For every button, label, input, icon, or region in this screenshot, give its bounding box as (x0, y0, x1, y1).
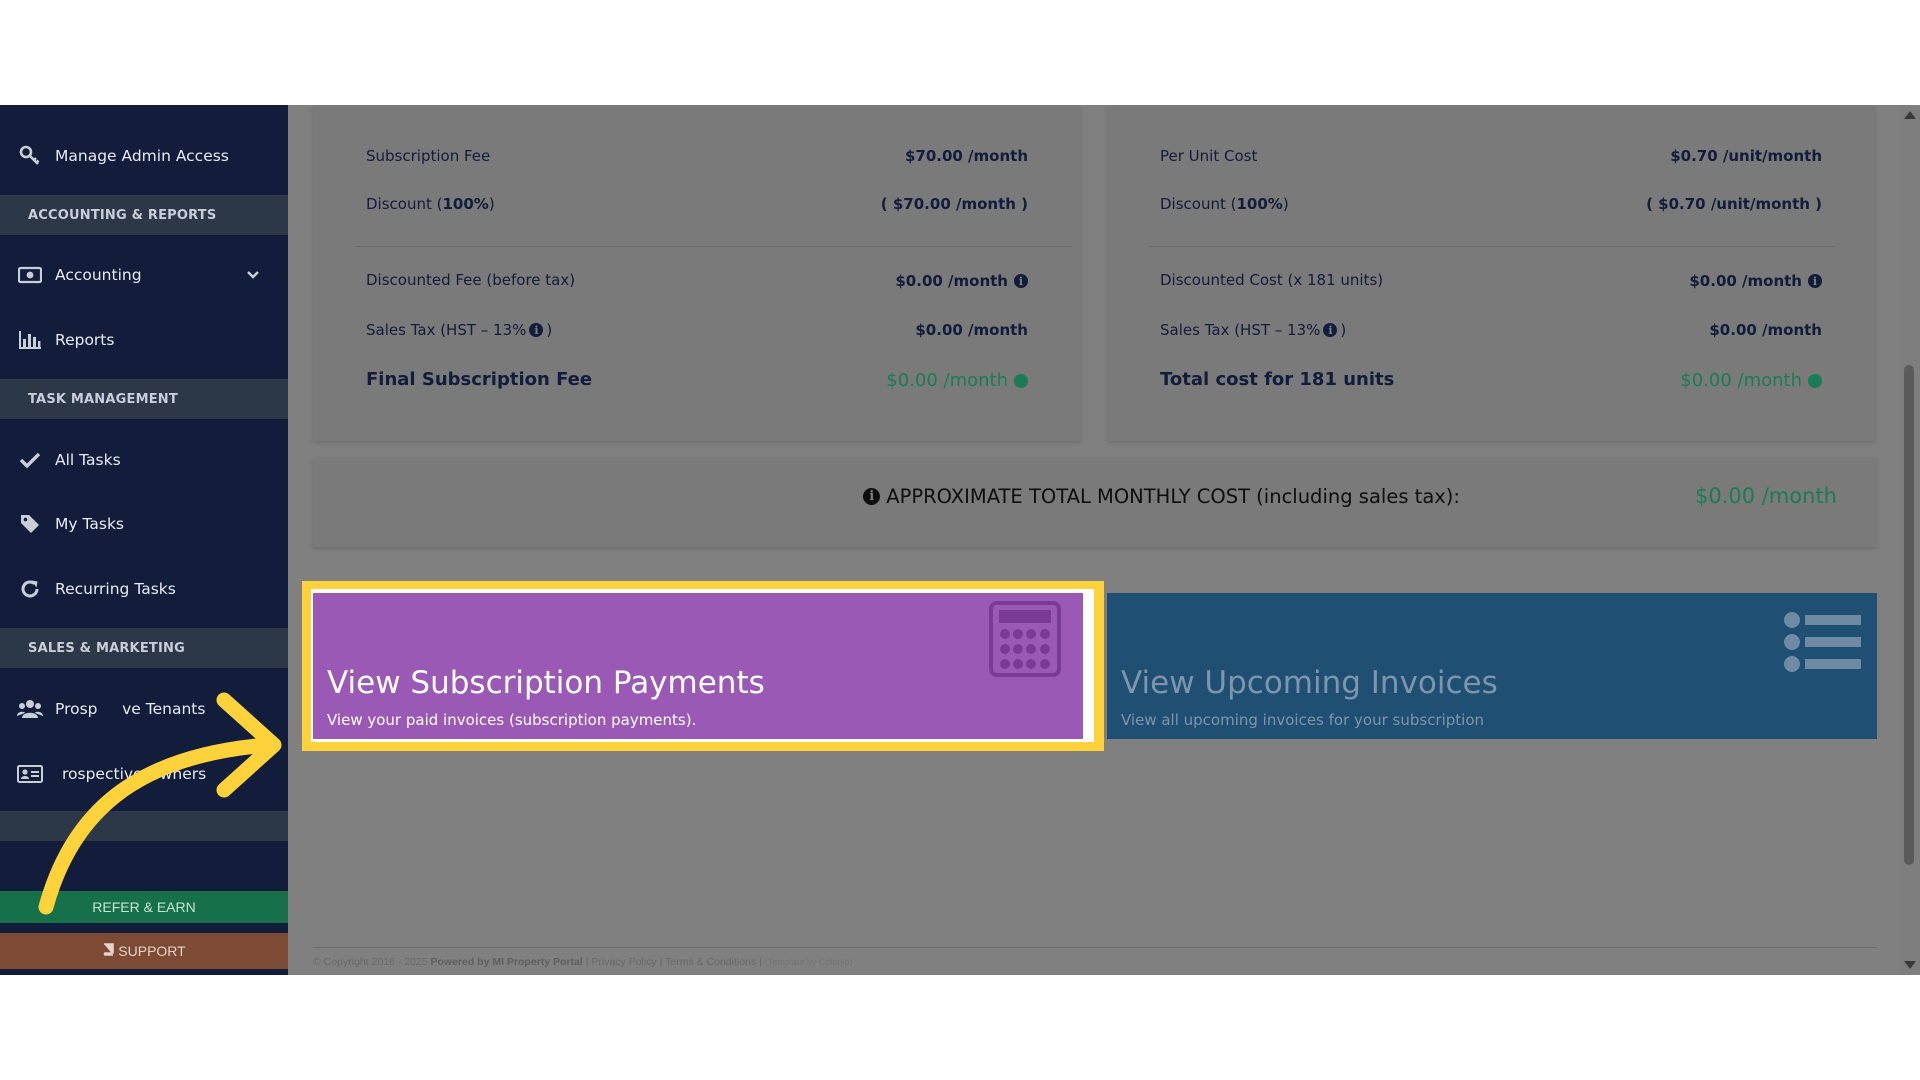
sidebar-item-label: Accounting (55, 266, 142, 284)
info-icon[interactable]: i (1808, 373, 1822, 388)
payments-tile-subtitle: View your paid invoices (subscription pa… (327, 711, 697, 729)
chevron-down-icon[interactable] (246, 266, 260, 284)
section-header-accounting: ACCOUNTING & REPORTS (0, 195, 288, 235)
terms-link[interactable]: Terms & Conditions (665, 956, 756, 968)
book-icon (102, 943, 115, 959)
discounted-cost-label: Discounted Cost (x 181 units) (1160, 271, 1384, 289)
subscription-fee-value: $70.00 /month (904, 147, 1028, 165)
sidebar-item-manage-admin-access[interactable]: Manage Admin Access (0, 128, 288, 184)
money-icon (17, 262, 43, 288)
discounted-fee-label: Discounted Fee (before tax) (366, 271, 576, 289)
support-button[interactable]: SUPPORT (0, 933, 288, 969)
powered-by-link[interactable]: Powered by MI Property Portal (430, 956, 582, 968)
per-unit-discount-value: ( $0.70 /unit/month ) (1646, 195, 1822, 213)
per-unit-divider (1150, 246, 1834, 247)
support-label: SUPPORT (118, 943, 186, 959)
view-upcoming-invoices-tile[interactable]: View Upcoming Invoices View all upcoming… (1107, 593, 1877, 739)
scrollbar[interactable] (1900, 105, 1920, 975)
sidebar-item-label: Manage Admin Access (55, 147, 229, 165)
info-icon[interactable]: i (1014, 274, 1028, 288)
subscription-fee-label: Subscription Fee (366, 147, 491, 165)
per-unit-cost-value: $0.70 /unit/month (1670, 147, 1822, 165)
payments-tile-title: View Subscription Payments (327, 665, 765, 701)
discounted-fee-value: $0.00 /month i (895, 272, 1028, 290)
tag-icon (17, 511, 43, 537)
total-units-label: Total cost for 181 units (1160, 369, 1395, 390)
scroll-thumb[interactable] (1904, 365, 1914, 865)
section-header-tasks: TASK MANAGEMENT (0, 379, 288, 419)
info-icon[interactable]: i (1014, 373, 1028, 388)
sales-tax-value: $0.00 /month (915, 321, 1028, 339)
discounted-cost-value: $0.00 /month i (1689, 272, 1822, 290)
calculator-icon (989, 601, 1061, 681)
info-icon[interactable]: i (1323, 323, 1338, 337)
sidebar-item-my-tasks[interactable]: My Tasks (0, 496, 288, 552)
bar-chart-icon (17, 327, 43, 353)
per-unit-sales-tax-value: $0.00 /month (1709, 321, 1822, 339)
footer-divider (313, 947, 1877, 948)
info-icon[interactable]: i (1808, 274, 1822, 288)
per-unit-sales-tax-label: Sales Tax (HST – 13% i) (1160, 321, 1347, 339)
approx-total-label: i APPROXIMATE TOTAL MONTHLY COST (includ… (863, 485, 1460, 508)
subscription-divider (356, 246, 1072, 247)
approx-total-value: $0.00 /month (1694, 484, 1837, 508)
privacy-policy-link[interactable]: Privacy Policy (591, 956, 656, 968)
scroll-down-arrow-icon[interactable] (1904, 961, 1916, 969)
pointer-arrow (38, 692, 282, 915)
info-icon[interactable]: i (863, 488, 881, 505)
check-icon (17, 447, 43, 473)
template-credit: (Template by Colorlib) (764, 957, 853, 967)
sidebar-item-label: All Tasks (55, 451, 121, 469)
sidebar-item-label: Recurring Tasks (55, 580, 176, 598)
key-icon (17, 143, 43, 169)
sidebar-item-accounting[interactable]: Accounting (0, 247, 288, 303)
refresh-icon (17, 576, 43, 602)
sidebar-item-reports[interactable]: Reports (0, 312, 288, 368)
sidebar-item-label: Reports (55, 331, 115, 349)
subscription-discount-label: Discount (100%) (366, 195, 495, 213)
info-icon[interactable]: i (529, 323, 544, 337)
app-window: Manage Admin Access ACCOUNTING & REPORTS… (0, 105, 1920, 975)
sales-tax-label: Sales Tax (HST – 13% i) (366, 321, 553, 339)
sidebar-item-label: My Tasks (55, 515, 125, 533)
final-fee-label: Final Subscription Fee (366, 369, 593, 390)
per-unit-discount-label: Discount (100%) (1160, 195, 1289, 213)
invoices-tile-subtitle: View all upcoming invoices for your subs… (1121, 711, 1485, 729)
list-icon (1783, 611, 1863, 677)
approx-total-card: i APPROXIMATE TOTAL MONTHLY COST (includ… (313, 457, 1877, 547)
scroll-up-arrow-icon[interactable] (1904, 111, 1916, 119)
sidebar-item-all-tasks[interactable]: All Tasks (0, 432, 288, 488)
footer: © Copyright 2016 - 2025 Powered by MI Pr… (313, 956, 853, 968)
total-units-value: $0.00 /month i (1680, 370, 1822, 391)
final-fee-value: $0.00 /month i (886, 370, 1028, 391)
sidebar-item-recurring-tasks[interactable]: Recurring Tasks (0, 561, 288, 617)
invoices-tile-title: View Upcoming Invoices (1121, 665, 1498, 701)
view-subscription-payments-tile[interactable]: View Subscription Payments View your pai… (313, 593, 1083, 739)
subscription-discount-value: ( $70.00 /month ) (880, 195, 1028, 213)
per-unit-cost-label: Per Unit Cost (1160, 147, 1258, 165)
